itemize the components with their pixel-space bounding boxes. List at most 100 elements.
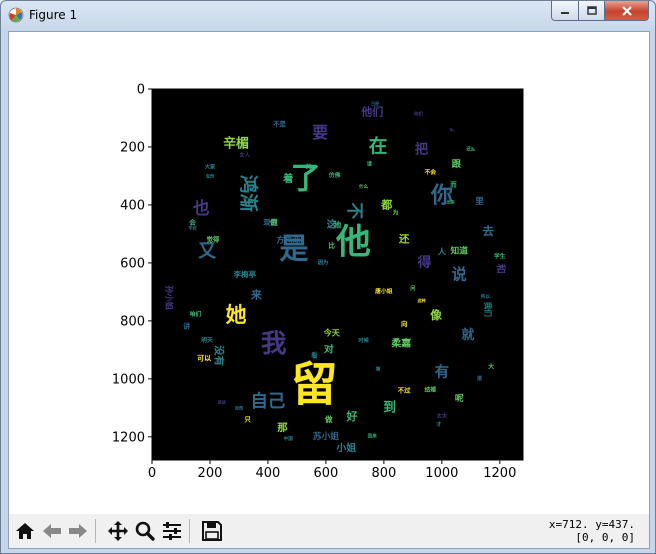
maximize-icon: [586, 5, 597, 15]
word-cloud-word: 自然: [235, 404, 244, 410]
cursor-coordinates: x=712. y=437.: [548, 518, 635, 531]
word-cloud-word: 请: [367, 159, 373, 167]
x-tick-label: 400: [256, 466, 281, 481]
word-cloud-word: 没有: [213, 345, 226, 366]
close-icon: [621, 5, 632, 16]
x-tick-label: 200: [198, 466, 223, 481]
word-cloud-word: 倒: [269, 217, 277, 226]
y-tick-label: 1200: [112, 430, 145, 445]
save-button[interactable]: [200, 520, 224, 542]
word-cloud-word: 问: [410, 284, 415, 292]
word-cloud-word: 那: [277, 422, 288, 434]
move-arrows-icon: [108, 521, 128, 541]
cursor-readout: x=712. y=437. [0, 0, 0]: [549, 518, 635, 544]
configure-subplots-button[interactable]: [160, 520, 184, 542]
word-cloud-word: 也: [193, 198, 210, 218]
word-cloud-word: 好: [345, 409, 357, 423]
word-cloud-word: 要: [312, 123, 328, 142]
word-cloud-word: 呢: [455, 393, 464, 404]
word-cloud-word: 像: [430, 308, 442, 322]
word-cloud-word: 比: [329, 241, 336, 250]
figure-canvas[interactable]: 留他是了我她你鸿渐说在也又自己有不要就得到辛楣 把都像没有他们去和来还好小姐柔嘉那…: [9, 32, 649, 514]
home-button[interactable]: [13, 520, 37, 542]
word-cloud-word: 讲: [183, 322, 190, 331]
word-cloud-word: 结婚: [424, 385, 436, 393]
word-cloud-word: 才: [436, 420, 441, 428]
word-cloud-word: 小姐: [335, 441, 356, 454]
word-cloud-word: 的: [306, 162, 312, 170]
figure-canvas-area: 留他是了我她你鸿渐说在也又自己有不要就得到辛楣把都像没有 他们去和来还好小姐 柔嘉那…: [8, 31, 650, 549]
word-cloud-word: 他们: [360, 105, 383, 119]
word-cloud-word: 柔嘉: [391, 337, 411, 350]
word-cloud-word: 跟: [452, 159, 462, 170]
word-cloud-word: 向: [401, 319, 407, 328]
word-cloud-word: 就: [462, 327, 475, 343]
word-cloud-word: 不: [345, 202, 365, 219]
word-cloud-word: 苏小姐: [313, 430, 339, 442]
word-cloud-word: 为: [393, 209, 399, 217]
word-cloud-word: 太太: [437, 412, 448, 420]
home-icon: [16, 523, 34, 539]
maximize-button[interactable]: [579, 1, 605, 21]
forward-button[interactable]: [66, 520, 90, 542]
word-cloud-word: 又: [197, 241, 217, 262]
matplotlib-app-icon: [8, 7, 24, 23]
window-title: Figure 1: [29, 8, 78, 22]
minimize-icon: [561, 11, 569, 14]
word-cloud-word: 知道: [450, 244, 469, 256]
word-cloud-word: 已经: [371, 100, 380, 106]
word-cloud-word: 辛楣: [223, 136, 249, 152]
y-axis: 0 200 400 600 800 1000 1200: [112, 83, 152, 445]
word-cloud-word: 孙小姐: [164, 286, 174, 310]
word-cloud-word: 说话: [217, 399, 225, 405]
figure-window: Figure 1 留他是了我她你鸿渐说在也又自己有不要就得到辛楣把都像没有 他们去…: [0, 0, 656, 554]
toolbar-separator: [95, 519, 96, 543]
minimize-button[interactable]: [551, 1, 579, 21]
word-cloud-word: 明天: [201, 336, 213, 344]
word-cloud-word: 我: [261, 329, 287, 359]
word-cloud-word: 唐小姐: [375, 287, 393, 295]
word-cloud-word: 学校: [188, 225, 197, 231]
magnifier-icon: [135, 521, 155, 541]
word-cloud-word: 不会: [424, 168, 436, 176]
word-cloud-word: 做: [324, 414, 333, 424]
toolbar-separator: [189, 519, 190, 543]
word-cloud-word: 你们: [413, 111, 424, 118]
close-button[interactable]: [605, 1, 649, 21]
y-tick-label: 1000: [112, 372, 145, 387]
word-cloud-word: 和: [494, 263, 507, 274]
word-cloud-word: 什么: [359, 183, 369, 190]
y-tick-label: 600: [120, 256, 145, 271]
word-cloud-word: 不是: [273, 119, 286, 128]
pan-button[interactable]: [106, 520, 130, 542]
word-cloud-word: 只: [244, 415, 251, 423]
title-bar[interactable]: Figure 1: [1, 1, 655, 31]
word-cloud-word: 而: [450, 181, 457, 189]
x-tick-label: 600: [313, 466, 338, 481]
word-cloud-word: 还: [398, 233, 410, 246]
word-cloud-word: 时候: [358, 336, 369, 344]
navigation-toolbar: x=712. y=437. [0, 0, 0]: [9, 514, 649, 548]
pixel-value: [0, 0, 0]: [575, 531, 635, 544]
word-cloud-word: 大家: [205, 162, 216, 170]
word-cloud-word: 方鸿渐: [276, 235, 300, 245]
word-cloud-word: 都: [380, 197, 392, 211]
word-cloud-word: 人: [438, 246, 447, 256]
word-cloud-word: 得: [417, 254, 432, 271]
word-cloud-word: 里: [475, 196, 484, 207]
word-cloud-word: 中国: [284, 435, 294, 442]
word-cloud-word: 咱们: [190, 310, 202, 318]
word-cloud-word: 大: [488, 362, 494, 370]
word-cloud-word: 学生: [494, 252, 506, 260]
word-cloud-word: 着: [282, 172, 293, 185]
word-cloud-word: 对: [324, 342, 334, 355]
word-cloud-word: 说: [452, 266, 467, 284]
y-tick-label: 200: [120, 140, 145, 155]
word-cloud-word: 道: [477, 374, 483, 382]
word-cloud-word: 鸿渐: [237, 175, 259, 213]
x-axis: 0 200 400 600 800 1000 1200: [148, 460, 516, 481]
word-cloud-word: 自己: [251, 391, 286, 412]
zoom-button[interactable]: [133, 520, 157, 542]
back-button[interactable]: [40, 520, 64, 542]
word-cloud-word: 因为: [318, 258, 328, 266]
